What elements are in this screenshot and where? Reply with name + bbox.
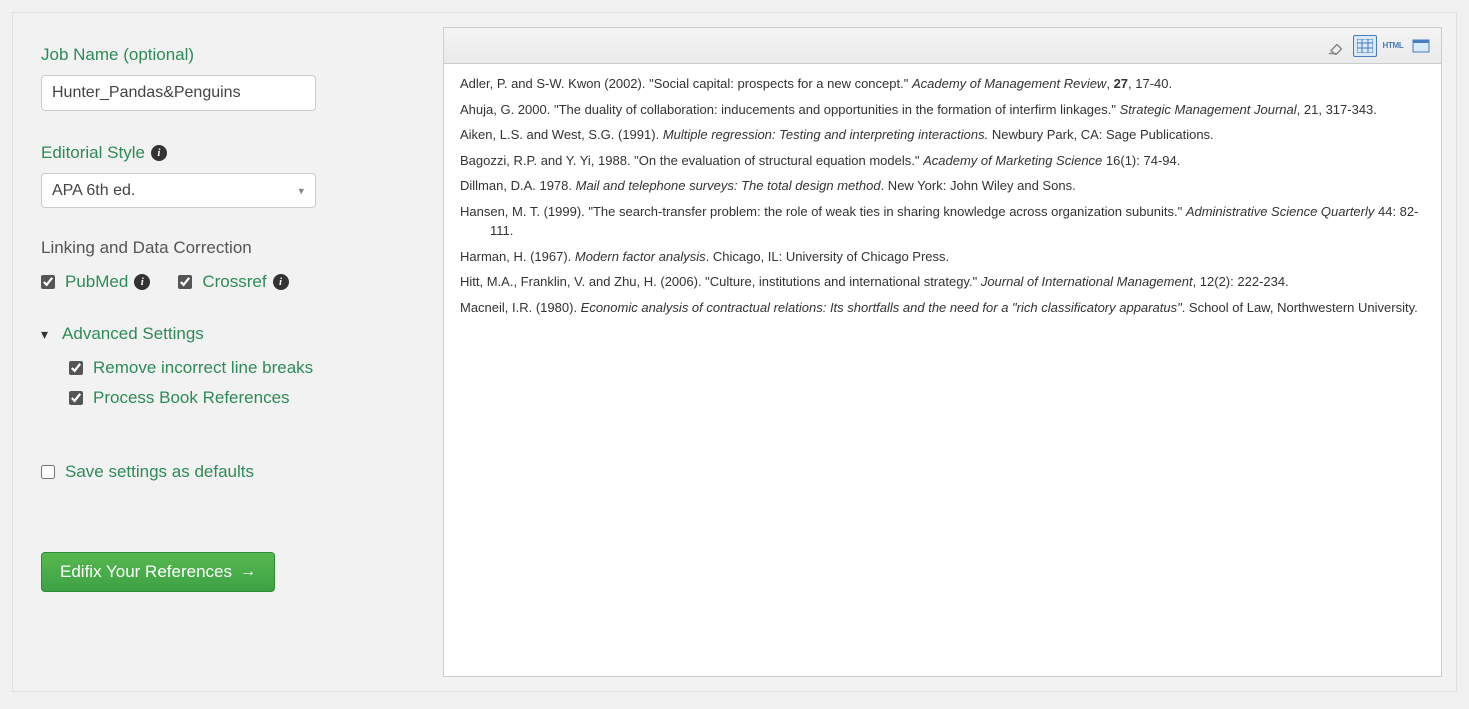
main-panel: HTML Adler, P. and S-W. Kwon (2002). "So…	[443, 13, 1456, 691]
reference-entry: Adler, P. and S-W. Kwon (2002). "Social …	[460, 74, 1425, 94]
info-icon[interactable]: i	[151, 145, 167, 161]
process-books-item: Process Book References	[69, 388, 415, 408]
reference-entry: Harman, H. (1967). Modern factor analysi…	[460, 247, 1425, 267]
save-defaults-section: Save settings as defaults	[41, 462, 415, 482]
arrow-right-icon: →	[240, 563, 256, 581]
remove-breaks-checkbox[interactable]	[69, 361, 83, 375]
reference-entry: Aiken, L.S. and West, S.G. (1991). Multi…	[460, 125, 1425, 145]
grid-icon[interactable]	[1353, 35, 1377, 57]
chevron-down-icon: ▾	[41, 326, 48, 343]
save-defaults-checkbox[interactable]	[41, 465, 55, 479]
linking-checkbox-row: PubMed i Crossref i	[41, 272, 415, 292]
crossref-label[interactable]: Crossref i	[202, 272, 288, 292]
crossref-checkbox[interactable]	[178, 275, 192, 289]
references-body[interactable]: Adler, P. and S-W. Kwon (2002). "Social …	[444, 64, 1441, 676]
crossref-checkbox-item: Crossref i	[178, 272, 288, 292]
editorial-style-select-wrap: APA 6th ed.	[41, 173, 316, 208]
editorial-style-label: Editorial Style i	[41, 143, 415, 163]
html-view-button[interactable]: HTML	[1381, 35, 1405, 57]
reference-entry: Hitt, M.A., Franklin, V. and Zhu, H. (20…	[460, 272, 1425, 292]
reference-entry: Ahuja, G. 2000. "The duality of collabor…	[460, 100, 1425, 120]
fullscreen-icon[interactable]	[1409, 35, 1433, 57]
remove-breaks-item: Remove incorrect line breaks	[69, 358, 415, 378]
settings-sidebar: Job Name (optional) Editorial Style i AP…	[13, 13, 443, 691]
reference-entry: Macneil, I.R. (1980). Economic analysis …	[460, 298, 1425, 318]
linking-heading: Linking and Data Correction	[41, 238, 415, 258]
save-defaults-item: Save settings as defaults	[41, 462, 415, 482]
pubmed-checkbox-item: PubMed i	[41, 272, 150, 292]
editorial-style-select[interactable]: APA 6th ed.	[41, 173, 316, 208]
reference-entry: Dillman, D.A. 1978. Mail and telephone s…	[460, 176, 1425, 196]
job-name-label: Job Name (optional)	[41, 45, 415, 65]
editor-toolbar: HTML	[444, 28, 1441, 64]
process-books-checkbox[interactable]	[69, 391, 83, 405]
advanced-settings-toggle[interactable]: ▾ Advanced Settings	[41, 324, 415, 344]
job-name-input[interactable]	[41, 75, 316, 111]
app-container: Job Name (optional) Editorial Style i AP…	[12, 12, 1457, 692]
references-box: HTML Adler, P. and S-W. Kwon (2002). "So…	[443, 27, 1442, 677]
reference-entry: Hansen, M. T. (1999). "The search-transf…	[460, 202, 1425, 241]
advanced-settings-body: Remove incorrect line breaks Process Boo…	[41, 358, 415, 408]
remove-breaks-label[interactable]: Remove incorrect line breaks	[93, 358, 313, 378]
save-defaults-label[interactable]: Save settings as defaults	[65, 462, 254, 482]
reference-entry: Bagozzi, R.P. and Y. Yi, 1988. "On the e…	[460, 151, 1425, 171]
pubmed-label[interactable]: PubMed i	[65, 272, 150, 292]
pubmed-checkbox[interactable]	[41, 275, 55, 289]
eraser-icon[interactable]	[1325, 35, 1349, 57]
process-books-label[interactable]: Process Book References	[93, 388, 290, 408]
info-icon[interactable]: i	[273, 274, 289, 290]
info-icon[interactable]: i	[134, 274, 150, 290]
edifix-button[interactable]: Edifix Your References →	[41, 552, 275, 592]
